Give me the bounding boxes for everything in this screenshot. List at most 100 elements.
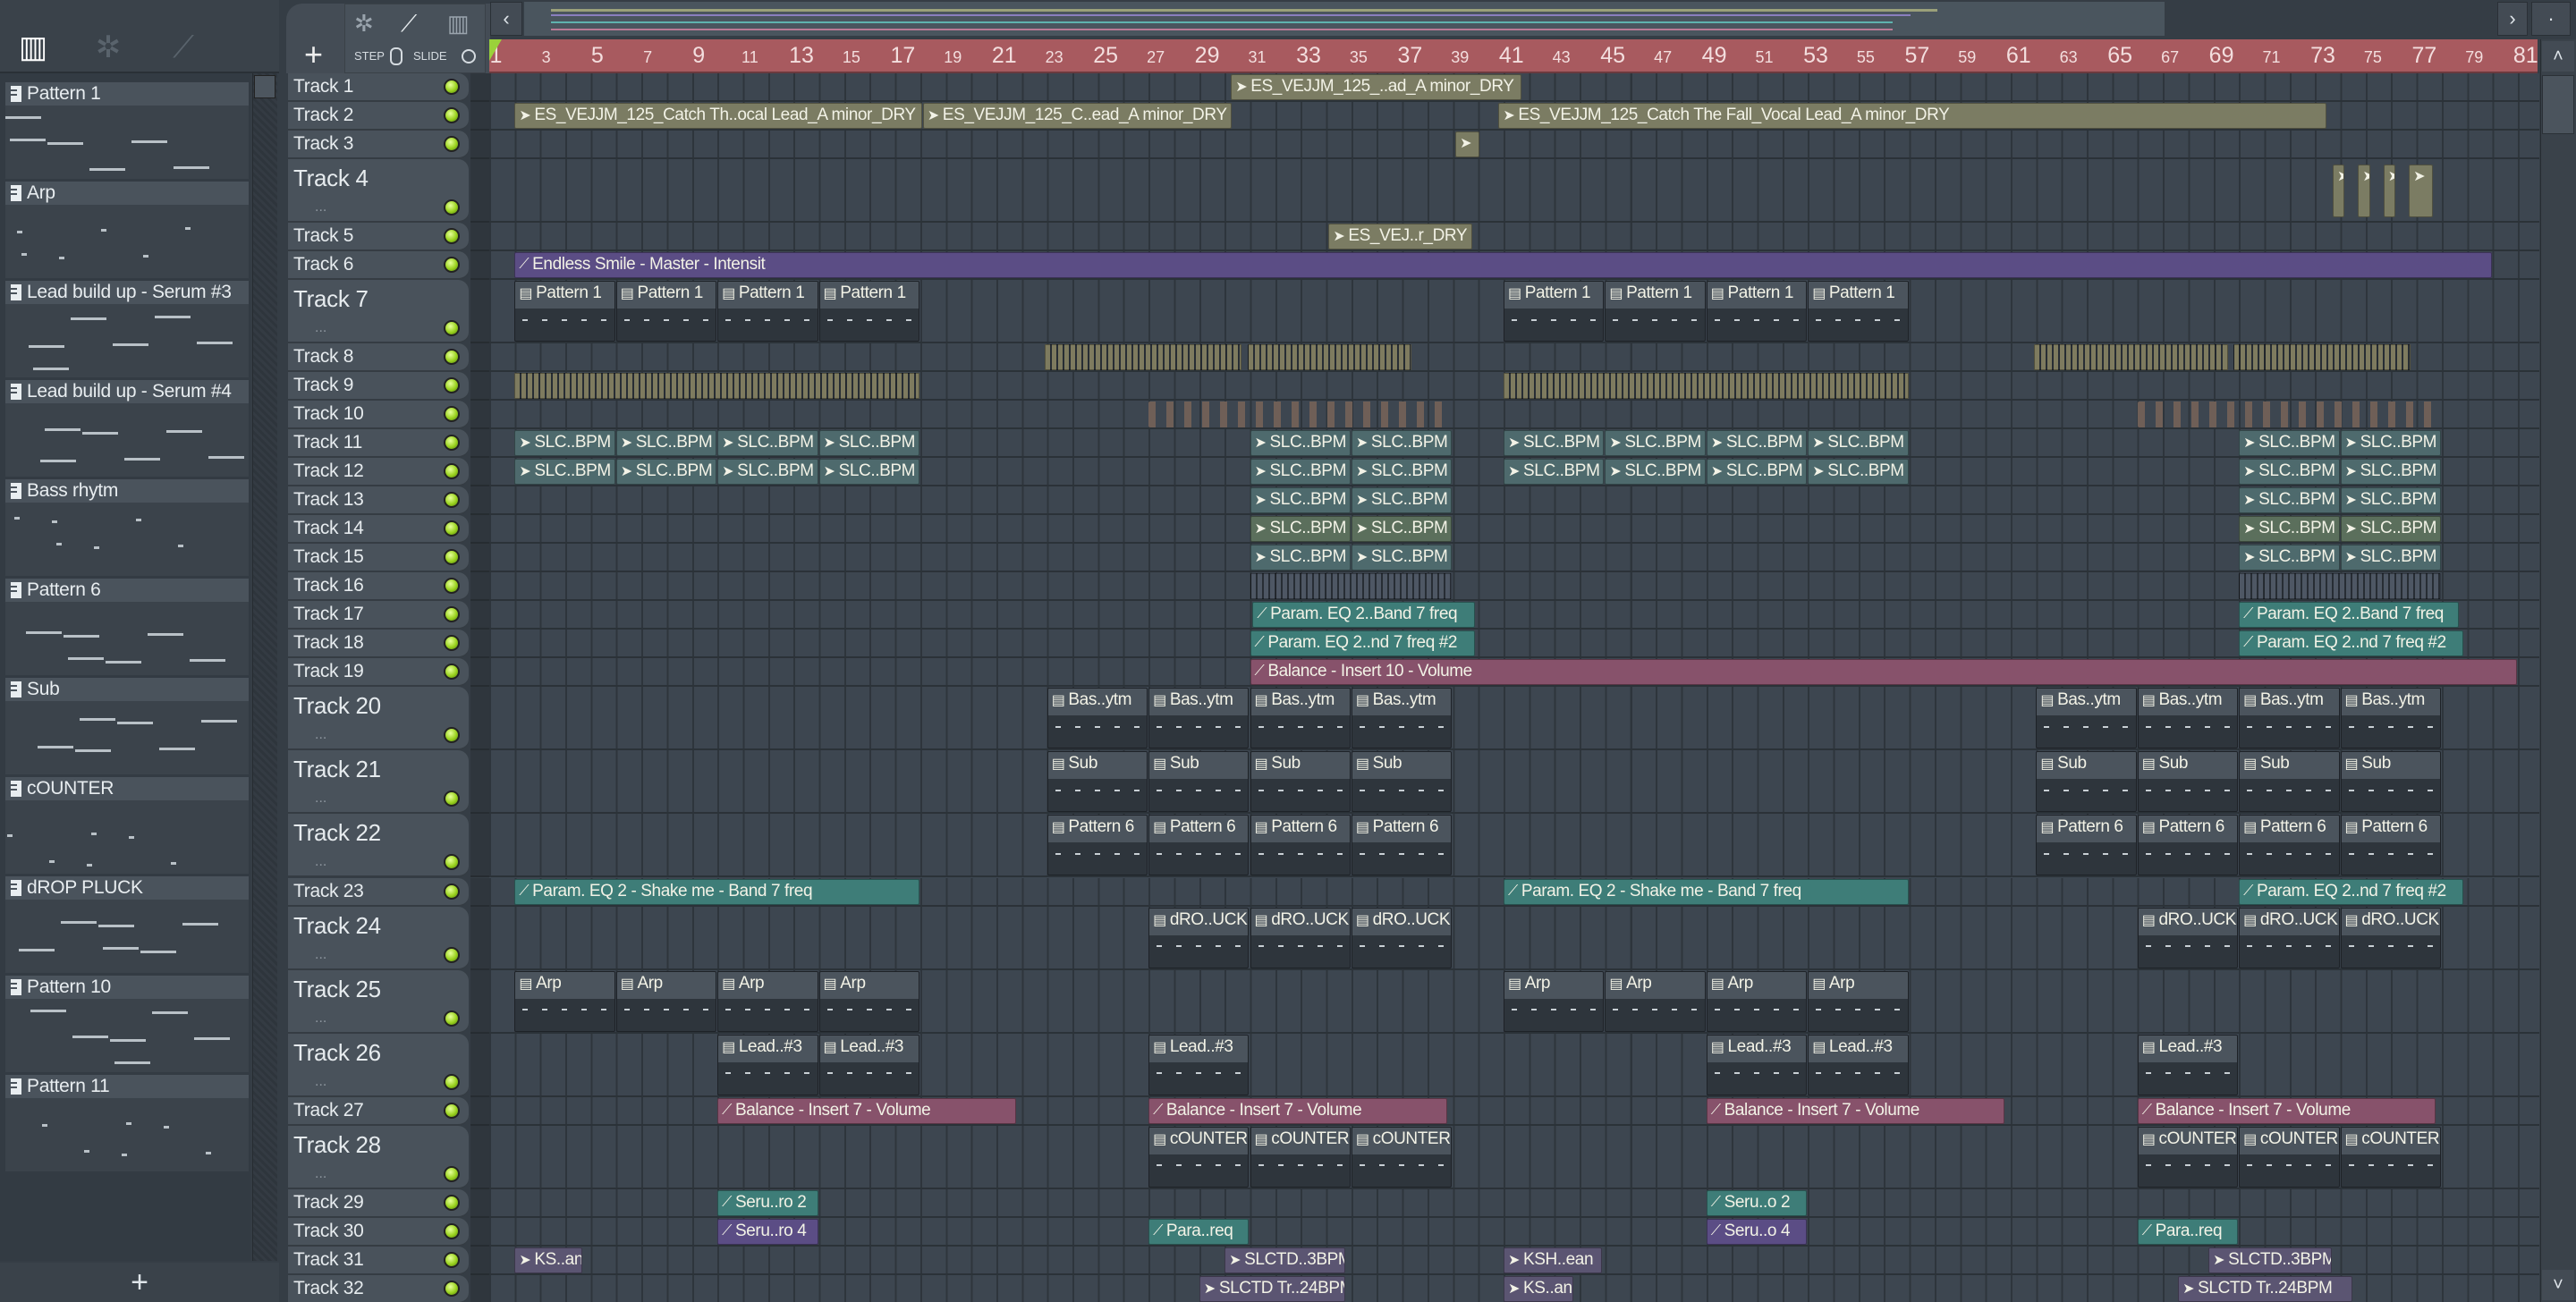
track-header[interactable]: Track 32 <box>288 1274 469 1302</box>
track-header[interactable]: Track 2 <box>288 102 469 131</box>
track-lane[interactable] <box>489 131 2539 159</box>
track-resize-handle[interactable] <box>470 601 489 630</box>
track-lane[interactable] <box>489 630 2539 659</box>
audio-clip[interactable] <box>1250 573 1453 600</box>
audio-clip[interactable]: ➤ KSH..ean <box>1504 1247 1602 1273</box>
pattern-clip[interactable]: ▤ cOUNTER <box>1148 1126 1250 1188</box>
pattern-clip[interactable]: ▤ Lead..#3 <box>1148 1034 1250 1095</box>
track-mute-led[interactable] <box>444 349 460 366</box>
track-mute-led[interactable] <box>444 320 460 337</box>
pattern-picker-item[interactable]: Pattern 11 <box>5 1075 249 1171</box>
audio-clip[interactable]: ➤ SLC..BPM <box>1250 545 1351 571</box>
audio-clip[interactable]: ➤ ES_VEJJM_125_..ad_A minor_DRY <box>1231 74 1522 100</box>
audio-clip[interactable]: ➤ SLC..BPM <box>2239 545 2340 571</box>
track-header[interactable]: Track 27 <box>288 1096 469 1126</box>
add-track-button[interactable]: + <box>304 36 323 73</box>
automation-clip[interactable]: ⟋ Param. EQ 2..nd 7 freq #2 <box>2239 630 2464 657</box>
audio-clip[interactable]: ➤ <box>2358 165 2370 218</box>
audio-clip[interactable]: ➤ SLC..BPM <box>615 430 717 457</box>
track-mute-led[interactable] <box>444 578 460 595</box>
pattern-clip[interactable]: ▤ Sub <box>2340 751 2441 813</box>
pattern-clip[interactable]: ▤ Arp <box>818 970 919 1032</box>
track-lane[interactable] <box>489 544 2539 573</box>
track-resize-handle[interactable] <box>470 630 489 659</box>
track-header[interactable]: Track 6 <box>288 251 469 281</box>
audio-clip[interactable]: ➤ SLC..BPM <box>1351 459 1453 486</box>
pattern-picker-header[interactable]: Pattern 1 <box>5 82 249 106</box>
automation-clip[interactable]: ⟋ Param. EQ 2..Band 7 freq <box>2239 602 2459 629</box>
audio-clip[interactable]: ➤ SLC..BPM <box>1706 430 1808 457</box>
audio-clip[interactable]: ➤ SLC..BPM <box>818 459 919 486</box>
pattern-clip[interactable]: ▤ Lead..#3 <box>818 1034 919 1095</box>
audio-tab-icon[interactable]: ✲ <box>86 27 131 68</box>
track-header[interactable]: Track 7... <box>288 280 469 344</box>
audio-clip[interactable]: ➤ <box>2333 165 2345 218</box>
track-resize-handle[interactable] <box>470 515 489 545</box>
track-header[interactable]: Track 13 <box>288 486 469 516</box>
track-mute-led[interactable] <box>444 606 460 623</box>
track-resize-handle[interactable] <box>470 486 489 516</box>
pattern-clip[interactable]: ▤ Sub <box>2239 751 2340 813</box>
pattern-clip[interactable]: ▤ Pattern 6 <box>2239 815 2340 876</box>
track-header[interactable]: Track 19 <box>288 658 469 688</box>
pattern-clip[interactable]: ▤ cOUNTER <box>2340 1126 2441 1188</box>
track-mute-led[interactable] <box>444 435 460 452</box>
audio-clip[interactable]: ➤ SLC..BPM <box>1250 430 1351 457</box>
piano-roll-tab-icon[interactable]: ▥ <box>11 27 55 68</box>
pattern-clip[interactable]: ▤ Bas..ytm <box>2239 688 2340 749</box>
pattern-clip[interactable]: ▤ Pattern 6 <box>1351 815 1453 876</box>
automation-tab-icon[interactable]: ⟋ <box>161 27 206 68</box>
audio-clip[interactable] <box>1148 402 1453 428</box>
audio-clip[interactable]: ➤ SLC..BPM <box>1808 430 1909 457</box>
audio-clip[interactable]: ➤ SLC..BPM <box>717 430 818 457</box>
track-header[interactable]: Track 4... <box>288 159 469 224</box>
track-header[interactable]: Track 24... <box>288 906 469 970</box>
pattern-clip[interactable]: ▤ Bas..ytm <box>1148 688 1250 749</box>
track-header[interactable]: Track 22... <box>288 814 469 878</box>
pattern-clip[interactable]: ▤ Pattern 1 <box>615 281 717 342</box>
track-resize-handle[interactable] <box>470 1096 489 1126</box>
track-mute-led[interactable] <box>444 79 460 95</box>
pattern-clip[interactable]: ▤ dRO..UCK <box>1250 907 1351 968</box>
pattern-clip-icon[interactable]: ▥ <box>447 10 470 38</box>
track-header[interactable]: Track 16 <box>288 572 469 602</box>
track-mute-led[interactable] <box>444 257 460 274</box>
pattern-clip[interactable]: ▤ Bas..ytm <box>1046 688 1148 749</box>
track-header[interactable]: Track 26... <box>288 1033 469 1097</box>
track-mute-led[interactable] <box>444 492 460 509</box>
pattern-clip[interactable]: ▤ Sub <box>1148 751 1250 813</box>
pattern-clip[interactable]: ▤ cOUNTER <box>1351 1126 1453 1188</box>
audio-clip[interactable]: ➤ SLC..BPM <box>514 430 615 457</box>
pattern-clip[interactable]: ▤ Pattern 6 <box>2137 815 2239 876</box>
track-lane[interactable] <box>489 601 2539 630</box>
pattern-clip[interactable]: ▤ Arp <box>1605 970 1706 1032</box>
audio-clip[interactable]: ➤ <box>2383 165 2395 218</box>
audio-clip[interactable]: ➤ SLC..BPM <box>1250 516 1351 543</box>
track-header[interactable]: Track 23 <box>288 877 469 907</box>
audio-clip[interactable]: ➤ SLC..BPM <box>2340 430 2441 457</box>
track-more-ellipsis[interactable]: ... <box>315 199 326 216</box>
audio-clip[interactable]: ➤ SLC..BPM <box>1504 459 1605 486</box>
track-header[interactable]: Track 30 <box>288 1217 469 1247</box>
track-header[interactable]: Track 31 <box>288 1246 469 1275</box>
track-header[interactable]: Track 14 <box>288 515 469 545</box>
audio-clip[interactable]: ➤ SLC..BPM <box>2340 545 2441 571</box>
track-resize-handle[interactable] <box>470 750 489 815</box>
automation-clip[interactable]: ⟋ Balance - Insert 7 - Volume <box>2137 1097 2436 1124</box>
audio-clip[interactable]: ➤ ES_VEJJM_125_Catch Th..ocal Lead_A mino… <box>514 103 922 129</box>
track-mute-led[interactable] <box>444 549 460 566</box>
track-mute-led[interactable] <box>444 1222 460 1239</box>
audio-clip[interactable]: ➤ SLC..BPM <box>2340 487 2441 514</box>
pattern-clip[interactable]: ▤ Pattern 1 <box>1504 281 1605 342</box>
pattern-clip[interactable]: ▤ Pattern 1 <box>1706 281 1808 342</box>
track-mute-led[interactable] <box>444 1251 460 1268</box>
pattern-picker-header[interactable]: cOUNTER <box>5 777 249 800</box>
pattern-clip[interactable]: ▤ Bas..ytm <box>2137 688 2239 749</box>
playlist-overview-scrollbar[interactable] <box>524 2 2165 36</box>
pattern-clip[interactable]: ▤ Lead..#3 <box>1706 1034 1808 1095</box>
pattern-clip[interactable]: ▤ Bas..ytm <box>2036 688 2137 749</box>
audio-clip[interactable] <box>1247 344 1411 371</box>
track-mute-led[interactable] <box>444 664 460 681</box>
track-header[interactable]: Track 5 <box>288 223 469 252</box>
audio-clip[interactable]: ➤ SLC..BPM <box>2239 430 2340 457</box>
